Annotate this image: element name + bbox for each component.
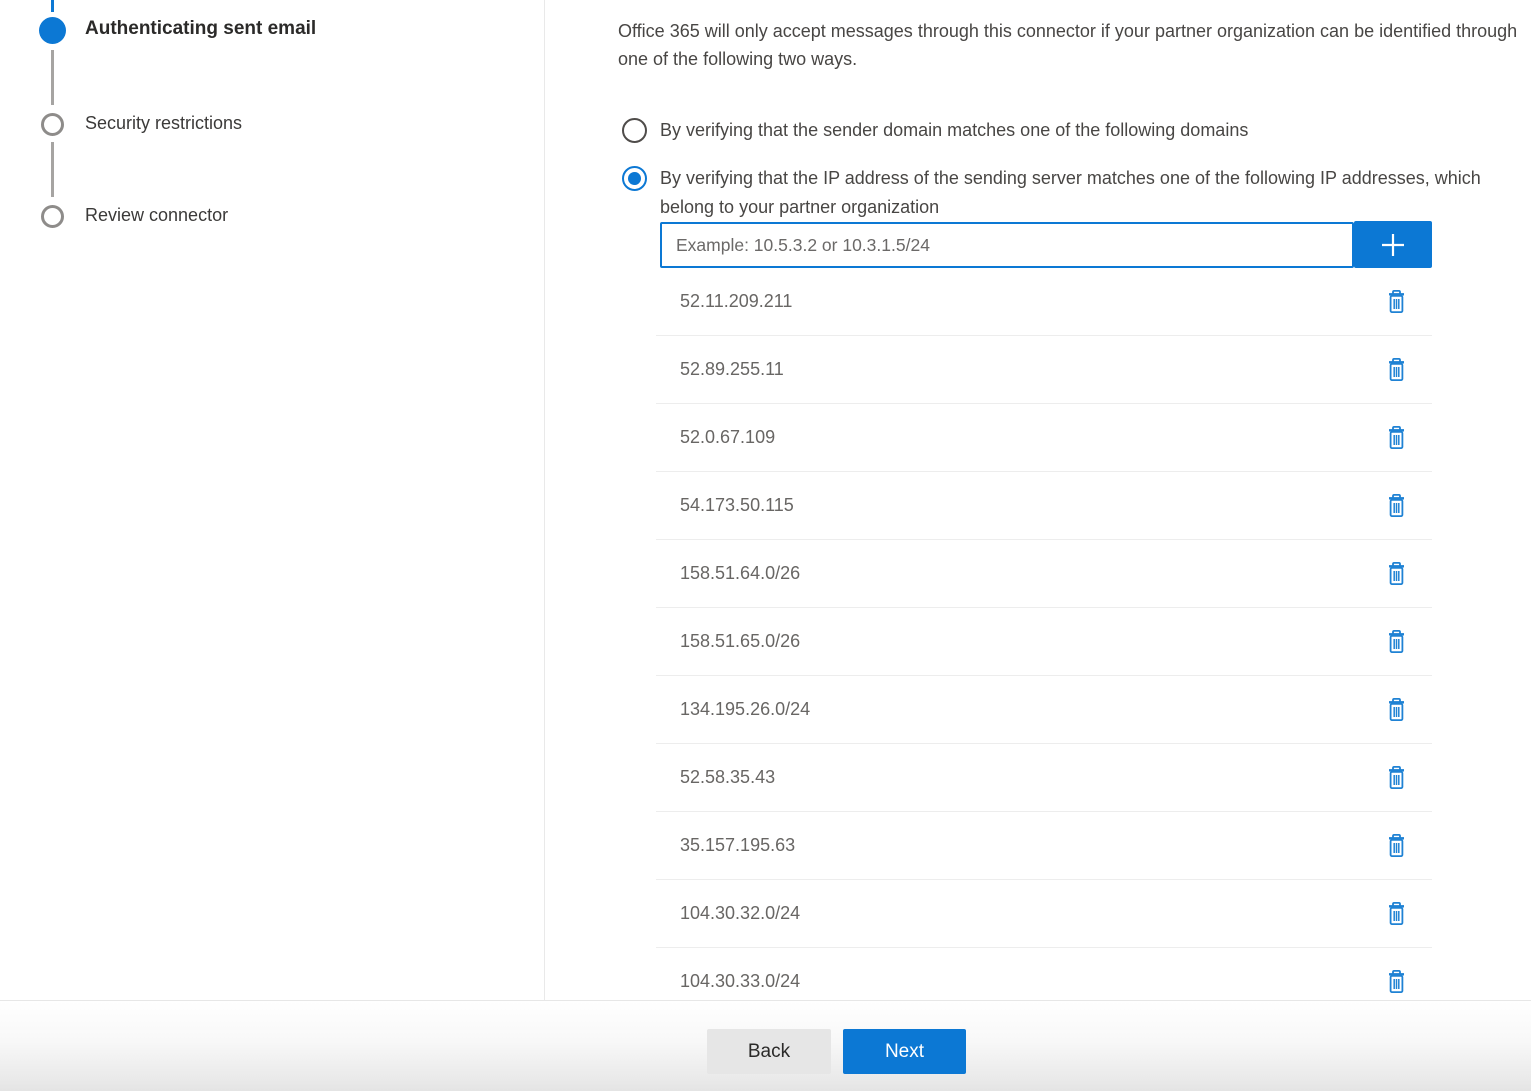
delete-ip-button[interactable] (1378, 417, 1414, 459)
ip-address-row: 158.51.64.0/26 (656, 540, 1432, 608)
ip-address-row: 134.195.26.0/24 (656, 676, 1432, 744)
step-label: Review connector (85, 205, 228, 226)
stepper-connector (51, 50, 54, 105)
ip-address-row: 104.30.33.0/24 (656, 948, 1432, 1000)
stepper-connector-top (51, 0, 54, 12)
ip-address-value: 104.30.32.0/24 (680, 903, 800, 924)
ip-address-row: 104.30.32.0/24 (656, 880, 1432, 948)
ip-address-input[interactable] (660, 222, 1354, 268)
delete-ip-button[interactable] (1378, 349, 1414, 391)
step-upcoming-circle-icon (41, 113, 64, 136)
ip-address-value: 52.89.255.11 (680, 359, 784, 380)
ip-address-value: 158.51.64.0/26 (680, 563, 800, 584)
plus-icon (1377, 229, 1409, 261)
trash-icon (1386, 697, 1407, 722)
radio-option-label: By verifying that the sender domain matc… (660, 116, 1442, 145)
step-label: Authenticating sent email (85, 18, 316, 40)
step-current-dot-icon (39, 17, 66, 44)
radio-option-sender-domain[interactable]: By verifying that the sender domain matc… (622, 116, 1442, 145)
radio-unselected-icon[interactable] (622, 118, 647, 143)
trash-icon (1386, 357, 1407, 382)
trash-icon (1386, 901, 1407, 926)
ip-address-row: 158.51.65.0/26 (656, 608, 1432, 676)
ip-address-value: 104.30.33.0/24 (680, 971, 800, 992)
step-label: Security restrictions (85, 113, 242, 134)
radio-option-label: By verifying that the IP address of the … (660, 164, 1482, 222)
delete-ip-button[interactable] (1378, 485, 1414, 527)
ip-address-value: 134.195.26.0/24 (680, 699, 810, 720)
ip-address-row: 52.11.209.211 (656, 268, 1432, 336)
connector-wizard-page: Authenticating sent email Security restr… (0, 0, 1531, 1091)
delete-ip-button[interactable] (1378, 961, 1414, 1001)
add-ip-button[interactable] (1354, 221, 1432, 268)
trash-icon (1386, 833, 1407, 858)
wizard-footer: Back Next (0, 1000, 1531, 1091)
trash-icon (1386, 493, 1407, 518)
ip-address-row: 35.157.195.63 (656, 812, 1432, 880)
ip-address-row: 52.89.255.11 (656, 336, 1432, 404)
stepper-connector (51, 142, 54, 197)
ip-address-value: 52.0.67.109 (680, 427, 775, 448)
delete-ip-button[interactable] (1378, 689, 1414, 731)
back-button[interactable]: Back (707, 1029, 831, 1074)
ip-address-value: 52.58.35.43 (680, 767, 775, 788)
ip-address-row: 52.0.67.109 (656, 404, 1432, 472)
delete-ip-button[interactable] (1378, 893, 1414, 935)
trash-icon (1386, 425, 1407, 450)
delete-ip-button[interactable] (1378, 621, 1414, 663)
trash-icon (1386, 561, 1407, 586)
radio-option-ip-address[interactable]: By verifying that the IP address of the … (622, 164, 1482, 222)
ip-address-value: 52.11.209.211 (680, 291, 792, 312)
ip-address-value: 54.173.50.115 (680, 495, 794, 516)
step-upcoming-circle-icon (41, 205, 64, 228)
intro-text: Office 365 will only accept messages thr… (618, 17, 1523, 73)
trash-icon (1386, 969, 1407, 994)
delete-ip-button[interactable] (1378, 757, 1414, 799)
ip-address-row: 54.173.50.115 (656, 472, 1432, 540)
radio-selected-icon[interactable] (622, 166, 647, 191)
wizard-stepper-sidebar: Authenticating sent email Security restr… (0, 0, 545, 1000)
ip-address-value: 158.51.65.0/26 (680, 631, 800, 652)
delete-ip-button[interactable] (1378, 825, 1414, 867)
trash-icon (1386, 765, 1407, 790)
ip-address-row: 52.58.35.43 (656, 744, 1432, 812)
ip-address-list: 52.11.209.211 52.89.255.11 (656, 268, 1432, 1000)
ip-address-value: 35.157.195.63 (680, 835, 795, 856)
delete-ip-button[interactable] (1378, 281, 1414, 323)
delete-ip-button[interactable] (1378, 553, 1414, 595)
next-button[interactable]: Next (843, 1029, 966, 1074)
trash-icon (1386, 629, 1407, 654)
trash-icon (1386, 289, 1407, 314)
